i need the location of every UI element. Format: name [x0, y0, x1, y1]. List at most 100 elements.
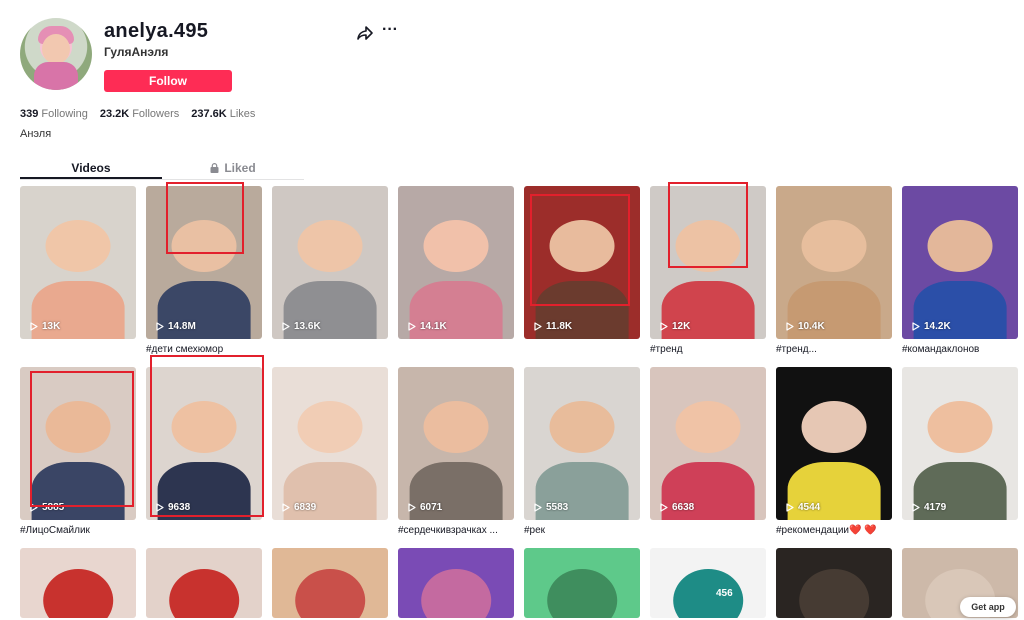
video-card[interactable]: 10.4K #тренд... — [776, 186, 892, 359]
view-count: 6839 — [282, 502, 316, 513]
video-thumbnail[interactable]: 14.8M — [146, 186, 262, 339]
play-icon — [660, 322, 668, 331]
play-icon — [30, 503, 38, 512]
video-caption[interactable] — [398, 339, 514, 359]
video-thumbnail[interactable]: 13.6K — [272, 186, 388, 339]
video-thumbnail[interactable]: 14.1K — [398, 186, 514, 339]
video-card[interactable]: 6839 — [272, 367, 388, 540]
thumbnail-figure — [421, 569, 491, 618]
video-caption[interactable]: #командаклонов — [902, 339, 1018, 359]
view-count: 5583 — [534, 502, 568, 513]
video-caption[interactable]: #тренд... — [776, 339, 892, 359]
video-card[interactable] — [524, 548, 640, 618]
video-card[interactable]: 4544 #рекомендации❤️ ❤️ — [776, 367, 892, 540]
video-thumbnail[interactable]: 13K — [20, 186, 136, 339]
video-card[interactable]: 14.1K — [398, 186, 514, 359]
video-caption[interactable]: #рекомендации❤️ ❤️ — [776, 520, 892, 540]
video-card[interactable]: 12K #тренд — [650, 182, 766, 359]
video-thumbnail[interactable]: 5885 — [20, 367, 136, 520]
video-thumbnail[interactable]: 4179 — [902, 367, 1018, 520]
video-card[interactable]: 6071 #сердечкивзрачках ... — [398, 367, 514, 540]
video-thumbnail[interactable]: 9638 — [146, 367, 262, 520]
video-card[interactable]: 13K — [20, 186, 136, 359]
followers-stat[interactable]: 23.2K Followers — [100, 108, 179, 120]
video-card[interactable]: 6638 — [650, 367, 766, 540]
avatar-body — [34, 62, 78, 90]
video-card[interactable]: 14.8M #дети смехюмор — [146, 182, 262, 359]
play-icon — [30, 322, 38, 331]
thumbnail-figure-face — [549, 219, 615, 272]
share-icon[interactable] — [356, 24, 374, 42]
video-thumbnail[interactable]: 6839 — [272, 367, 388, 520]
video-caption[interactable] — [146, 520, 262, 540]
video-card[interactable]: 9638 — [146, 355, 264, 540]
video-caption[interactable]: #дети смехюмор — [146, 339, 262, 359]
play-icon — [282, 322, 290, 331]
view-count: 10.4K — [786, 321, 825, 332]
video-caption[interactable]: #ЛицоСмайлик — [20, 520, 136, 540]
thumbnail-figure-face — [423, 219, 489, 272]
view-count: 13K — [30, 321, 60, 332]
video-caption[interactable]: #тренд — [650, 339, 766, 359]
video-card[interactable]: 5583 #рек — [524, 367, 640, 540]
video-thumbnail[interactable]: 6071 — [398, 367, 514, 520]
video-caption[interactable] — [650, 520, 766, 540]
video-caption[interactable]: #сердечкивзрачках ... — [398, 520, 514, 540]
following-stat[interactable]: 339 Following — [20, 108, 88, 120]
video-card[interactable]: 456 — [650, 548, 766, 618]
get-app-button[interactable]: Get app — [960, 597, 1016, 617]
tab-videos[interactable]: Videos — [20, 158, 162, 179]
video-card[interactable] — [146, 548, 262, 618]
video-caption[interactable] — [524, 339, 640, 359]
video-caption[interactable] — [902, 520, 1018, 540]
tab-liked[interactable]: Liked — [162, 158, 304, 179]
video-thumbnail[interactable]: 6638 — [650, 367, 766, 520]
play-icon — [786, 503, 794, 512]
thumbnail-overlay-number: 456 — [716, 588, 733, 599]
video-thumbnail[interactable] — [20, 548, 136, 618]
likes-stat: 237.6K Likes — [191, 108, 256, 120]
video-thumbnail[interactable] — [524, 548, 640, 618]
thumbnail-figure-face — [549, 400, 615, 453]
video-thumbnail[interactable]: 456 — [650, 548, 766, 618]
thumbnail-figure-face — [675, 219, 741, 272]
video-caption[interactable] — [20, 339, 136, 359]
video-card[interactable]: 13.6K — [272, 186, 388, 359]
thumbnail-figure-face — [297, 219, 363, 272]
video-caption[interactable]: #рек — [524, 520, 640, 540]
video-thumbnail[interactable]: 10.4K — [776, 186, 892, 339]
view-count: 13.6K — [282, 321, 321, 332]
profile-avatar[interactable] — [20, 18, 92, 90]
view-count: 14.2K — [912, 321, 951, 332]
thumbnail-figure-face — [45, 219, 111, 272]
video-card[interactable]: 14.2K #командаклонов — [902, 186, 1018, 359]
thumbnail-figure-face — [45, 400, 111, 453]
video-thumbnail[interactable]: 14.2K — [902, 186, 1018, 339]
profile-nickname: ГуляАнэля — [104, 45, 169, 59]
video-caption[interactable] — [272, 520, 388, 540]
view-count: 14.1K — [408, 321, 447, 332]
video-card[interactable]: 4179 — [902, 367, 1018, 540]
lock-icon — [210, 163, 219, 173]
video-card[interactable] — [272, 548, 388, 618]
video-caption[interactable] — [272, 339, 388, 359]
video-thumbnail[interactable]: 12K — [650, 186, 766, 339]
play-icon — [534, 503, 542, 512]
thumbnail-figure-face — [171, 400, 237, 453]
view-count: 5885 — [30, 502, 64, 513]
video-card[interactable]: 5885 #ЛицоСмайлик — [20, 367, 136, 540]
video-card[interactable] — [398, 548, 514, 618]
more-options-icon[interactable]: ··· — [382, 22, 400, 42]
video-thumbnail[interactable]: 4544 — [776, 367, 892, 520]
video-thumbnail[interactable]: 11.8K — [524, 186, 640, 339]
video-thumbnail[interactable] — [398, 548, 514, 618]
thumbnail-figure-face — [171, 219, 237, 272]
video-thumbnail[interactable] — [272, 548, 388, 618]
video-thumbnail[interactable] — [776, 548, 892, 618]
video-thumbnail[interactable]: 5583 — [524, 367, 640, 520]
follow-button[interactable]: Follow — [104, 70, 232, 92]
video-card[interactable]: 11.8K — [524, 186, 640, 359]
video-card[interactable] — [20, 548, 136, 618]
video-card[interactable] — [776, 548, 892, 618]
video-thumbnail[interactable] — [146, 548, 262, 618]
